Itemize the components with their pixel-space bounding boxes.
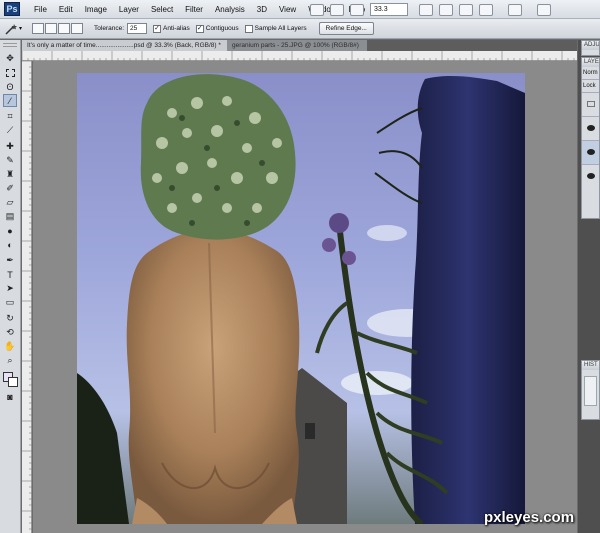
menu-edit[interactable]: Edit: [53, 0, 79, 19]
blur-icon[interactable]: ●: [3, 224, 17, 237]
magic-wand-icon[interactable]: ⁄: [3, 94, 17, 107]
eye-icon[interactable]: [586, 173, 595, 179]
document-canvas[interactable]: [77, 73, 525, 524]
history-panel[interactable]: HIST: [581, 360, 600, 420]
vertical-ruler: [22, 60, 32, 533]
menu-bar: Ps File Edit Image Layer Select Filter A…: [0, 0, 600, 19]
type-icon[interactable]: T: [3, 268, 17, 281]
intersect-selection-icon[interactable]: [71, 23, 84, 34]
zoom-tool-icon[interactable]: [439, 3, 453, 16]
contiguous-label: Contiguous: [205, 25, 239, 32]
watermark: pxleyes.com: [484, 509, 575, 526]
quick-mask-icon[interactable]: ◙: [3, 390, 17, 403]
adjustments-panel-title: ADJU: [582, 41, 599, 50]
shape-icon[interactable]: ▭: [3, 296, 17, 309]
hand-tool-icon[interactable]: [419, 3, 433, 16]
eye-icon[interactable]: [586, 125, 595, 131]
lock-label: Lock: [582, 80, 599, 93]
refine-edge-button[interactable]: Refine Edge...: [318, 22, 374, 35]
toolbox: ✥ ʘ ⁄ ⌗ ⟋ ✚ ✎ ♜ ✐ ▱ ▤ ● ◐ ✒ T ➤ ▭ ↻ ⟲ ✋ …: [0, 40, 21, 533]
antialias-checkbox[interactable]: ✓: [153, 24, 162, 33]
eye-icon[interactable]: [586, 149, 595, 155]
brush-icon[interactable]: ✎: [3, 154, 17, 167]
tolerance-label: Tolerance:: [94, 25, 125, 32]
menu-view[interactable]: View: [273, 0, 302, 19]
add-selection-icon[interactable]: [45, 23, 58, 34]
gradient-icon[interactable]: ▤: [3, 210, 17, 223]
path-selection-icon[interactable]: ➤: [3, 282, 17, 295]
sample-all-label: Sample All Layers: [254, 25, 307, 32]
toolbox-grip[interactable]: [3, 43, 17, 47]
layer-row[interactable]: [582, 165, 599, 189]
layer-row[interactable]: [582, 93, 599, 117]
tab-document-jpg[interactable]: geranium parts - 25.JPG @ 100% (RGB/8#): [227, 40, 367, 51]
3d-orbit-icon[interactable]: ⟲: [3, 326, 17, 339]
healing-brush-icon[interactable]: ✚: [3, 140, 17, 153]
composite-photo: [77, 74, 525, 524]
magic-wand-icon: [5, 23, 17, 35]
tab-document-psd[interactable]: It's only a matter of time..............…: [22, 40, 227, 51]
menu-select[interactable]: Select: [145, 0, 179, 19]
selection-mode-group: [32, 23, 84, 34]
blend-mode-select[interactable]: Norm: [582, 67, 599, 80]
history-brush-icon[interactable]: ✐: [3, 182, 17, 195]
options-bar: ▾ Tolerance: 25 ✓ Anti-alias ✓ Contiguou…: [0, 19, 600, 39]
menu-filter[interactable]: Filter: [179, 0, 209, 19]
layer-row[interactable]: [582, 141, 599, 165]
grid-icon[interactable]: [479, 3, 493, 16]
menubar-controls: 33.3: [307, 2, 554, 17]
sample-all-checkbox[interactable]: [244, 24, 253, 33]
background-color-swatch[interactable]: [8, 377, 18, 387]
pen-icon[interactable]: ✒: [3, 254, 17, 267]
marquee-icon[interactable]: [3, 66, 17, 79]
horizontal-ruler: [21, 51, 577, 61]
adjustments-panel[interactable]: ADJU: [581, 40, 600, 56]
menu-layer[interactable]: Layer: [113, 0, 145, 19]
arrange-documents-icon[interactable]: [508, 3, 522, 16]
zoom-level-field[interactable]: 33.3: [370, 3, 408, 16]
lasso-icon[interactable]: ʘ: [3, 80, 17, 93]
launch-minibridge-icon[interactable]: [330, 3, 344, 16]
menu-file[interactable]: File: [28, 0, 53, 19]
history-panel-title: HIST: [582, 361, 599, 370]
menu-image[interactable]: Image: [79, 0, 113, 19]
crop-icon[interactable]: ⌗: [3, 110, 17, 123]
history-list[interactable]: [584, 376, 597, 406]
move-icon[interactable]: ✥: [3, 52, 17, 65]
eyedropper-icon[interactable]: ⟋: [3, 124, 17, 137]
hand-icon[interactable]: ✋: [3, 340, 17, 353]
dodge-icon[interactable]: ◐: [3, 238, 17, 251]
layer-row[interactable]: [582, 117, 599, 141]
3d-rotate-icon[interactable]: ↻: [3, 312, 17, 325]
document-tab-bar: It's only a matter of time..............…: [22, 40, 577, 51]
zoom-icon[interactable]: ⌕: [3, 354, 17, 367]
layer-visibility-icon[interactable]: [586, 101, 595, 107]
launch-bridge-icon[interactable]: [310, 3, 324, 16]
contiguous-checkbox[interactable]: ✓: [195, 24, 204, 33]
eraser-icon[interactable]: ▱: [3, 196, 17, 209]
layers-panel-title: LAYE: [582, 58, 599, 67]
menu-3d[interactable]: 3D: [251, 0, 273, 19]
clone-stamp-icon[interactable]: ♜: [3, 168, 17, 181]
menu-analysis[interactable]: Analysis: [209, 0, 251, 19]
tolerance-input[interactable]: 25: [127, 23, 148, 34]
subtract-selection-icon[interactable]: [58, 23, 71, 34]
photoshop-logo: Ps: [4, 2, 20, 16]
tool-preset-picker[interactable]: ▾: [4, 23, 22, 35]
screen-mode-icon[interactable]: [537, 3, 551, 16]
layers-panel[interactable]: LAYE Norm Lock: [581, 57, 600, 219]
antialias-label: Anti-alias: [163, 25, 190, 32]
new-selection-icon[interactable]: [32, 23, 45, 34]
view-extras-icon[interactable]: [350, 3, 364, 16]
rotate-view-icon[interactable]: [459, 3, 473, 16]
